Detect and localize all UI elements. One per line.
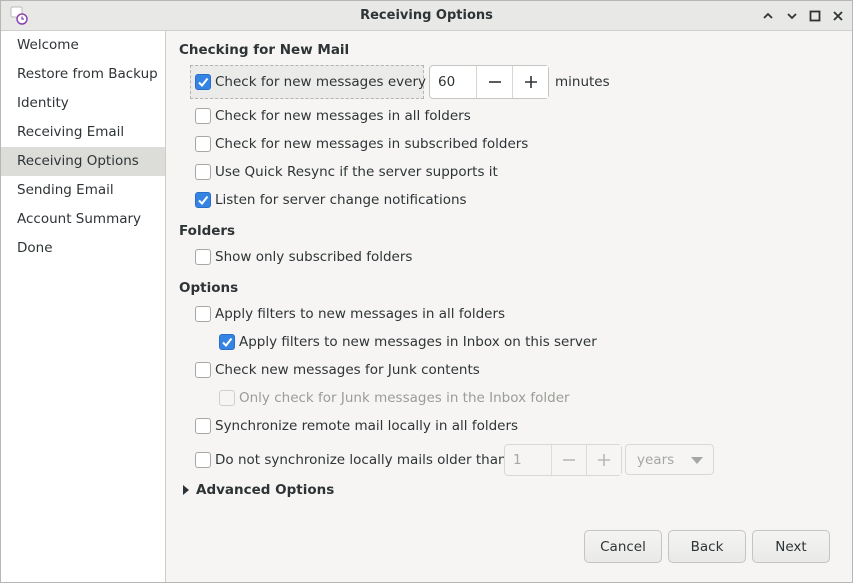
apply-filters-all-checkbox[interactable] — [195, 306, 211, 322]
next-button[interactable]: Next — [752, 530, 830, 563]
sync-age-value[interactable]: 1 — [505, 445, 551, 475]
sidebar-item-receiving-options[interactable]: Receiving Options — [1, 147, 165, 176]
minimize-icon[interactable] — [760, 8, 776, 24]
checkmark-icon — [222, 337, 233, 348]
all-folders-row[interactable]: Check for new messages in all folders — [195, 106, 471, 126]
section-title-folders: Folders — [179, 223, 236, 239]
junk-inbox-only-label: Only check for Junk messages in the Inbo… — [239, 390, 570, 406]
sync-age-decrement-button[interactable] — [551, 445, 586, 475]
minus-icon — [488, 81, 501, 83]
sync-local-row[interactable]: Synchronize remote mail locally in all f… — [195, 416, 518, 436]
expander-arrow-icon — [183, 485, 189, 495]
plus-icon — [524, 76, 537, 88]
no-sync-older-label: Do not synchronize locally mails older t… — [215, 452, 507, 468]
sidebar-item-restore-from-backup[interactable]: Restore from Backup — [1, 60, 165, 89]
all-folders-checkbox[interactable] — [195, 108, 211, 124]
listen-notifications-row[interactable]: Listen for server change notifications — [195, 190, 467, 210]
check-interval-value[interactable]: 60 — [430, 66, 476, 98]
check-interval-unit: minutes — [555, 72, 610, 92]
sync-age-unit-value: years — [637, 451, 675, 468]
show-subscribed-row[interactable]: Show only subscribed folders — [195, 247, 412, 267]
section-title-checking: Checking for New Mail — [179, 42, 350, 58]
advanced-options-expander[interactable]: Advanced Options — [182, 482, 334, 498]
sync-age-unit-dropdown[interactable]: years — [625, 444, 714, 475]
sync-local-checkbox[interactable] — [195, 418, 211, 434]
no-sync-older-checkbox[interactable] — [195, 452, 211, 468]
plus-icon — [598, 454, 610, 466]
sidebar-item-account-summary[interactable]: Account Summary — [1, 205, 165, 234]
sidebar-item-sending-email[interactable]: Sending Email — [1, 176, 165, 205]
checkmark-icon — [198, 195, 209, 206]
window-title: Receiving Options — [360, 8, 493, 23]
sync-local-label: Synchronize remote mail locally in all f… — [215, 418, 519, 434]
listen-notifications-label: Listen for server change notifications — [215, 192, 467, 208]
apply-filters-inbox-checkbox[interactable] — [219, 334, 235, 350]
show-subscribed-checkbox[interactable] — [195, 249, 211, 265]
sync-age-increment-button[interactable] — [586, 445, 621, 475]
subscribed-folders-label: Check for new messages in subscribed fol… — [215, 136, 529, 152]
restore-icon[interactable] — [784, 8, 800, 24]
check-interval-increment-button[interactable] — [512, 66, 548, 98]
apply-filters-all-row[interactable]: Apply filters to new messages in all fol… — [195, 304, 505, 324]
apply-filters-inbox-label: Apply filters to new messages in Inbox o… — [239, 334, 597, 350]
minus-icon — [563, 459, 575, 461]
title-bar[interactable]: Receiving Options — [1, 1, 852, 31]
no-sync-older-row[interactable]: Do not synchronize locally mails older t… — [195, 450, 507, 470]
chevron-down-icon — [691, 457, 703, 464]
apply-filters-all-label: Apply filters to new messages in all fol… — [215, 306, 506, 322]
quick-resync-label: Use Quick Resync if the server supports … — [215, 164, 498, 180]
apply-filters-inbox-row[interactable]: Apply filters to new messages in Inbox o… — [219, 332, 597, 352]
advanced-options-label: Advanced Options — [196, 482, 335, 498]
junk-inbox-only-row[interactable]: Only check for Junk messages in the Inbo… — [219, 388, 570, 408]
close-icon[interactable] — [830, 8, 846, 24]
back-button[interactable]: Back — [668, 530, 746, 563]
sync-age-spinbutton[interactable]: 1 — [504, 444, 622, 476]
sidebar-item-identity[interactable]: Identity — [1, 89, 165, 118]
quick-resync-row[interactable]: Use Quick Resync if the server supports … — [195, 162, 498, 182]
check-every-checkbox[interactable] — [195, 74, 211, 90]
quick-resync-checkbox[interactable] — [195, 164, 211, 180]
sidebar: Welcome Restore from Backup Identity Rec… — [1, 31, 166, 582]
junk-check-row[interactable]: Check new messages for Junk contents — [195, 360, 480, 380]
check-every-row[interactable]: Check for new messages every — [195, 72, 426, 92]
check-interval-decrement-button[interactable] — [476, 66, 512, 98]
all-folders-label: Check for new messages in all folders — [215, 108, 471, 124]
junk-check-label: Check new messages for Junk contents — [215, 362, 480, 378]
junk-check-checkbox[interactable] — [195, 362, 211, 378]
subscribed-folders-checkbox[interactable] — [195, 136, 211, 152]
sidebar-item-receiving-email[interactable]: Receiving Email — [1, 118, 165, 147]
check-interval-spinbutton[interactable]: 60 — [429, 65, 549, 99]
assistant-window: Receiving Options Welcome Restore from B… — [0, 0, 853, 583]
maximize-icon[interactable] — [807, 8, 823, 24]
show-subscribed-label: Show only subscribed folders — [215, 249, 413, 265]
listen-notifications-checkbox[interactable] — [195, 192, 211, 208]
cancel-button[interactable]: Cancel — [584, 530, 662, 563]
check-every-label: Check for new messages every — [215, 74, 427, 90]
sidebar-item-welcome[interactable]: Welcome — [1, 31, 165, 60]
minutes-label: minutes — [555, 74, 610, 90]
section-title-options: Options — [179, 280, 239, 296]
subscribed-folders-row[interactable]: Check for new messages in subscribed fol… — [195, 134, 528, 154]
sidebar-item-done[interactable]: Done — [1, 234, 165, 263]
checkmark-icon — [198, 77, 209, 88]
junk-inbox-only-checkbox[interactable] — [219, 390, 235, 406]
